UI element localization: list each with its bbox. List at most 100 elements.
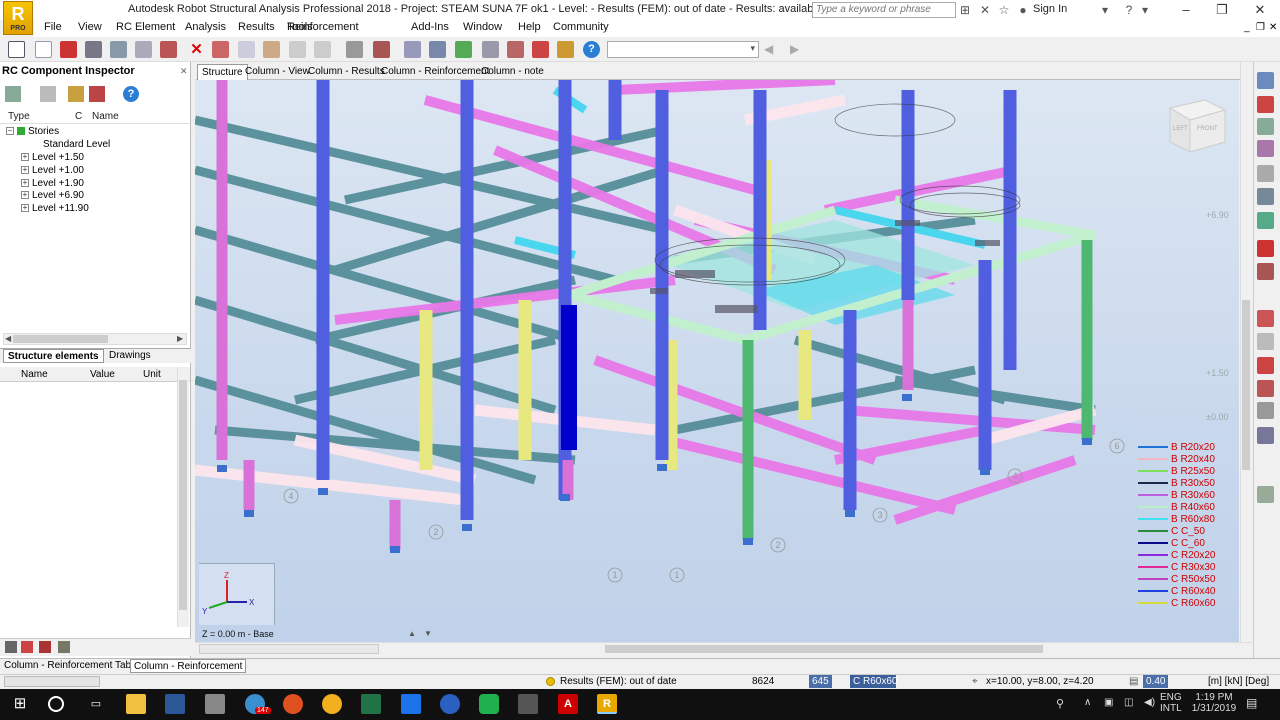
tab-column-reinforcement-doc[interactable]: Column - Reinforcement: [130, 659, 247, 673]
scrollbar-thumb[interactable]: [13, 335, 108, 343]
panel-close-icon[interactable]: ✕: [180, 66, 188, 77]
binoculars-icon[interactable]: ⊞: [958, 3, 972, 17]
scroll-right-icon[interactable]: ▶: [177, 334, 183, 343]
tree-item[interactable]: + Level +11.90: [21, 203, 89, 216]
action-center-icon[interactable]: ▤: [1246, 696, 1257, 710]
view-3d-icon[interactable]: [482, 41, 499, 58]
prop-column-unit[interactable]: Unit: [143, 369, 161, 380]
menu-help[interactable]: Help: [518, 21, 541, 33]
design-icon[interactable]: [1257, 486, 1274, 503]
mdi-close-button[interactable]: ✕: [1269, 22, 1277, 33]
calculator-icon[interactable]: [518, 694, 538, 714]
windows-start-icon[interactable]: ⊞: [10, 694, 30, 714]
tree-item[interactable]: + Level +1.00: [21, 165, 84, 178]
help-search-input[interactable]: Type a keyword or phrase: [812, 2, 956, 18]
maximize-button[interactable]: ❐: [1204, 0, 1240, 20]
tray-apps-icon[interactable]: ▣: [1104, 697, 1113, 708]
prop-column-value[interactable]: Value: [90, 369, 115, 380]
tools-icon[interactable]: ✕: [978, 3, 992, 17]
calculation-icon[interactable]: [507, 41, 524, 58]
minimize-button[interactable]: –: [1168, 0, 1204, 20]
print-icon[interactable]: [85, 41, 102, 58]
stresses-icon[interactable]: [1257, 427, 1274, 444]
menu-community[interactable]: Community: [553, 21, 609, 33]
expand-icon[interactable]: +: [21, 166, 29, 175]
maps-icon[interactable]: [1257, 357, 1274, 374]
expand-icon[interactable]: +: [21, 153, 29, 162]
cortana-search-icon[interactable]: [48, 696, 64, 712]
units-display[interactable]: [m] [kN] [Deg]: [1208, 676, 1269, 687]
menu-file[interactable]: File: [44, 21, 62, 33]
scroll-left-icon[interactable]: ◀: [5, 334, 11, 343]
chevron-down-icon[interactable]: ▾: [1138, 3, 1152, 17]
level-up-icon[interactable]: ▲: [408, 629, 416, 638]
pan-icon[interactable]: [455, 41, 472, 58]
panel-tool-icon[interactable]: [21, 641, 33, 653]
next-arrow-icon[interactable]: ▶: [790, 42, 799, 56]
panel-tool-icon[interactable]: [5, 641, 17, 653]
scrollbar-thumb[interactable]: [179, 380, 187, 610]
tree-column-type[interactable]: Type: [8, 111, 30, 122]
releases-icon[interactable]: [1257, 212, 1274, 229]
selected-section[interactable]: C R60x60: [850, 675, 897, 688]
task-view-icon[interactable]: ▭: [86, 694, 106, 714]
report-icon[interactable]: [160, 41, 177, 58]
materials-icon[interactable]: [1257, 188, 1274, 205]
undo-icon[interactable]: [289, 41, 306, 58]
sign-in-link[interactable]: Sign In: [1033, 3, 1067, 15]
file-explorer-icon[interactable]: [126, 694, 146, 714]
tab-column-results[interactable]: Column - Results: [304, 64, 389, 80]
firefox-icon[interactable]: [283, 694, 303, 714]
tab-structure-elements[interactable]: Structure elements: [3, 349, 104, 363]
diagrams-icon[interactable]: [1257, 333, 1274, 350]
properties-icon[interactable]: [346, 41, 363, 58]
load-types-icon[interactable]: [1257, 240, 1274, 257]
previous-arrow-icon[interactable]: ◀: [764, 42, 773, 56]
robot-taskbar-icon[interactable]: R: [597, 694, 617, 714]
help-icon[interactable]: ?: [583, 41, 600, 58]
tab-column-reinforcement-table[interactable]: Column - Reinforcement Table: [1, 659, 142, 673]
network-icon[interactable]: ◫: [1124, 697, 1133, 708]
tab-drawings[interactable]: Drawings: [105, 349, 155, 363]
line-icon[interactable]: [479, 694, 499, 714]
expand-icon[interactable]: +: [21, 191, 29, 200]
cut-icon[interactable]: [212, 41, 229, 58]
prop-column-name[interactable]: Name: [21, 369, 48, 380]
save-icon[interactable]: [60, 41, 77, 58]
structure-type-icon[interactable]: [1257, 72, 1274, 89]
favorites-star-icon[interactable]: ☆: [997, 3, 1011, 17]
preferences-icon[interactable]: [557, 41, 574, 58]
panel-tool-icon[interactable]: [58, 641, 70, 653]
settings-wrench-icon[interactable]: [532, 41, 549, 58]
status-tools[interactable]: [4, 676, 100, 687]
panel-tool-icon[interactable]: [39, 641, 51, 653]
displacements-icon[interactable]: [1257, 402, 1274, 419]
menu-view[interactable]: View: [78, 21, 102, 33]
reactions-icon[interactable]: [1257, 380, 1274, 397]
chat-icon[interactable]: [440, 694, 460, 714]
help-icon[interactable]: ?: [1122, 3, 1136, 17]
tree-item[interactable]: + Level +1.50: [21, 152, 84, 165]
input-language[interactable]: ENG INTL: [1160, 692, 1182, 714]
new-file-icon[interactable]: [35, 41, 52, 58]
excel-icon[interactable]: [361, 694, 381, 714]
mdi-minimize-button[interactable]: _: [1244, 22, 1250, 33]
tab-column-view[interactable]: Column - View: [241, 64, 314, 80]
tree-item[interactable]: Standard Level: [43, 139, 110, 152]
scrollbar-thumb[interactable]: [605, 645, 1043, 653]
expand-icon[interactable]: +: [21, 204, 29, 213]
copy-icon[interactable]: [238, 41, 255, 58]
menu-add-ins[interactable]: Add-Ins: [411, 21, 449, 33]
supports-icon[interactable]: [1257, 140, 1274, 157]
tab-column-note[interactable]: Column - note: [477, 64, 548, 80]
mdi-restore-button[interactable]: ❐: [1256, 22, 1265, 33]
tab-column-reinforcement[interactable]: Column - Reinforcement: [377, 64, 493, 80]
tab-structure[interactable]: Structure: [197, 64, 248, 80]
calculations-icon[interactable]: [1257, 310, 1274, 327]
menu-rc-element[interactable]: RC Element: [116, 21, 175, 33]
layout-icon[interactable]: [8, 41, 25, 58]
structure-3d-viewport[interactable]: 4 2 1 1 2 3 4 6 +6.90 +1.50 ±0.00 LEFT F…: [195, 80, 1239, 642]
menu-analysis[interactable]: Analysis: [185, 21, 226, 33]
collapse-icon[interactable]: −: [6, 127, 14, 136]
view-cube[interactable]: LEFT FRONT: [1168, 99, 1227, 153]
